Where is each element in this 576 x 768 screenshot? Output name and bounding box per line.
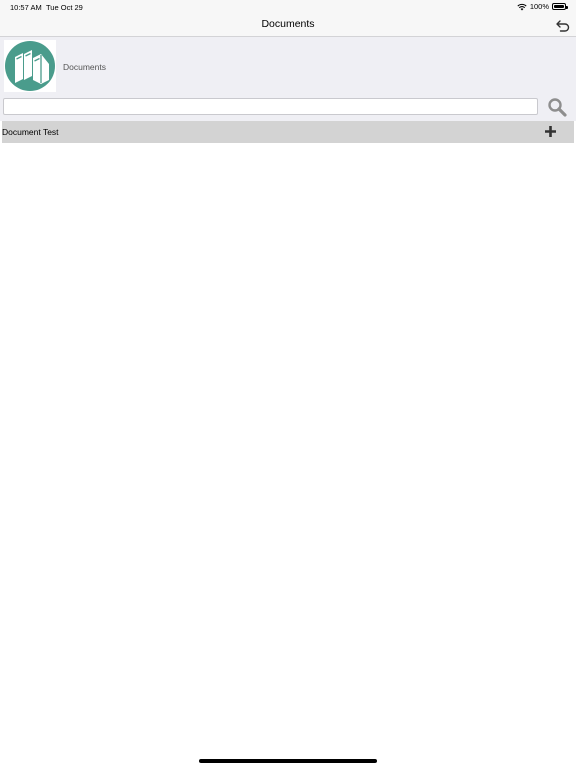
plus-icon[interactable] bbox=[543, 124, 558, 139]
battery-fill bbox=[554, 5, 564, 8]
search-icon[interactable] bbox=[547, 97, 567, 117]
search-input[interactable] bbox=[3, 98, 538, 115]
page-title: Documents bbox=[261, 18, 315, 30]
header-area: Documents bbox=[0, 37, 576, 121]
list-item[interactable]: Document Test bbox=[2, 121, 574, 143]
status-date: Tue Oct 29 bbox=[46, 3, 83, 12]
screen: 10:57 AM Tue Oct 29 100% Documents Docum… bbox=[0, 0, 576, 768]
wifi-icon bbox=[517, 3, 527, 10]
books-logo-icon bbox=[5, 41, 55, 91]
header-label: Documents bbox=[63, 62, 106, 72]
status-bar: 10:57 AM Tue Oct 29 100% bbox=[0, 0, 576, 14]
status-time: 10:57 AM bbox=[10, 3, 42, 12]
undo-arrow-icon[interactable] bbox=[556, 18, 570, 32]
list-item-label: Document Test bbox=[2, 127, 59, 137]
battery-percent: 100% bbox=[529, 2, 549, 11]
status-indicators: 100% bbox=[517, 2, 568, 11]
battery-icon bbox=[552, 3, 568, 10]
navigation-bar: Documents bbox=[0, 14, 576, 37]
home-indicator[interactable] bbox=[199, 759, 377, 763]
logo bbox=[4, 40, 56, 92]
